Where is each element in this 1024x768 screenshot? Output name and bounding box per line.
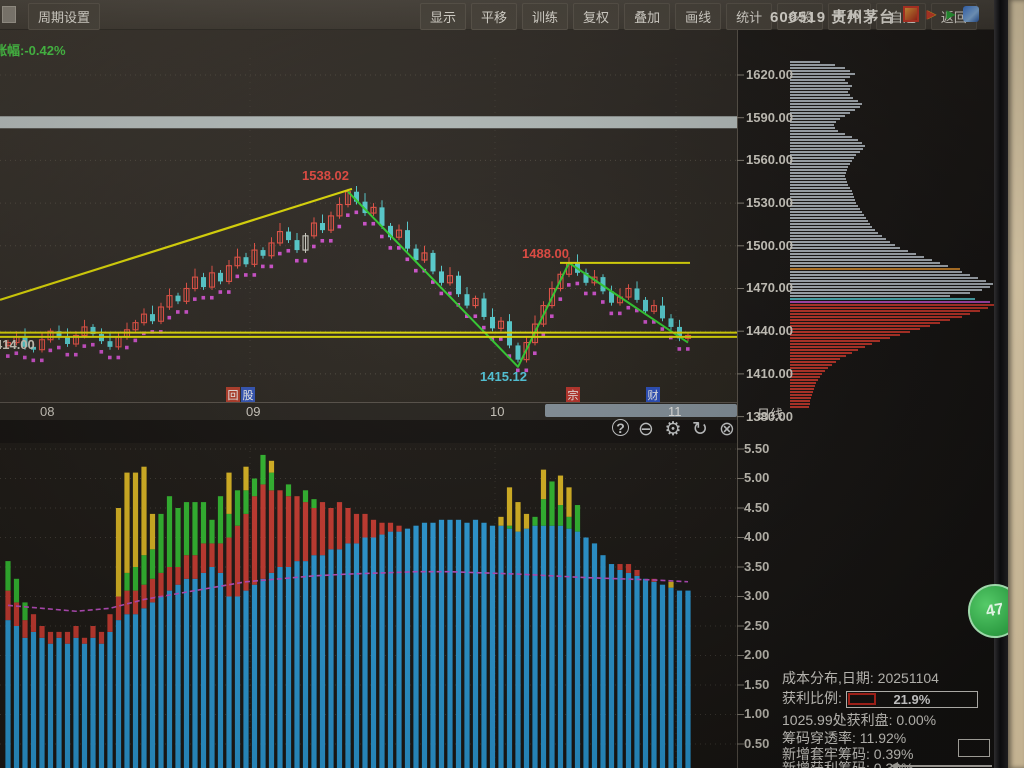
left-edge-price-label: 414.00 [0, 337, 35, 352]
volume-tick-label: 3.50 [744, 559, 770, 574]
period-label-daily[interactable]: 日线 [757, 404, 783, 423]
volume-tick-label: 4.00 [744, 529, 770, 544]
rebound-price-annotation: 1488.00 [522, 246, 569, 261]
change-percent-label: 涨幅:-0.42% [0, 43, 66, 58]
cost-distribution-date-label: 成本分布,日期: [782, 670, 874, 686]
menu-item-overlay[interactable]: 叠加 [624, 3, 671, 30]
zoom-out-icon[interactable]: ⊖ [636, 419, 656, 440]
menu-item-stats[interactable]: 统计 [726, 3, 773, 30]
cost-distribution-date-value: 20251104 [877, 670, 939, 686]
menu-item-display[interactable]: 显示 [420, 3, 467, 30]
trough-price-annotation: 1415.12 [480, 369, 527, 384]
volume-tick-label: 1.50 [744, 677, 770, 692]
menu-item-adjust[interactable]: 复权 [573, 3, 620, 30]
volume-tick-label: 2.50 [744, 618, 770, 633]
price-tick-label: 1560.00 [746, 152, 793, 167]
chart-scrollbar[interactable] [545, 404, 737, 417]
profit-ratio-label: 获利比例: [782, 690, 842, 706]
volume-tick-label: 2.00 [744, 647, 770, 662]
volume-tick-label: 0.50 [744, 736, 770, 751]
menu-item-train[interactable]: 训练 [522, 3, 569, 30]
date-label-aug: 08 [40, 404, 55, 419]
app-menu-icon[interactable] [2, 6, 16, 23]
partial-gauge-box [958, 739, 990, 757]
close-icon[interactable]: ⊗ [717, 419, 737, 440]
price-profit-value: 0.00% [896, 712, 937, 728]
event-badge-share[interactable]: 股 [241, 387, 255, 402]
price-tick-label: 1500.00 [746, 238, 793, 253]
stock-title: 600519 贵州茅台 [770, 6, 895, 27]
event-badge-finance[interactable]: 财 [646, 387, 660, 402]
measure-arrow-line [890, 762, 992, 768]
menu-item-drawline[interactable]: 画线 [675, 3, 722, 30]
green-arrow-icon[interactable]: ▶ [943, 6, 959, 22]
event-badge-zong[interactable]: 宗 [566, 387, 580, 402]
top-menu-bar: 周期设置 显示 平移 训练 复权 叠加 画线 统计 多股 F10 -自选 返回 … [0, 0, 1008, 30]
monitor-bezel [994, 0, 1008, 768]
peak-price-annotation: 1538.02 [302, 168, 349, 183]
price-profit-label: 1025.99处获利盘: [782, 712, 893, 728]
price-tick-label: 1410.00 [746, 366, 793, 381]
profit-ratio-value: 21.9% [893, 691, 931, 707]
refresh-icon[interactable]: ↻ [690, 419, 710, 440]
trading-app-screen: 周期设置 显示 平移 训练 复权 叠加 画线 统计 多股 F10 -自选 返回 … [0, 0, 1024, 768]
period-settings-button[interactable]: 周期设置 [28, 3, 101, 30]
volume-tick-label: 4.50 [744, 500, 770, 515]
menu-item-pan[interactable]: 平移 [471, 3, 518, 30]
blue-app-icon[interactable] [963, 6, 979, 22]
titlebar-app-icons: ▶ ▶ [903, 6, 979, 22]
menu-items: 显示 平移 训练 复权 叠加 画线 统计 多股 F10 -自选 返回 [420, 3, 982, 30]
volume-tick-label: 5.00 [744, 470, 770, 485]
volume-tick-label: 1.00 [744, 706, 770, 721]
flame-app-icon[interactable] [903, 6, 919, 22]
volume-tick-label: 5.50 [744, 441, 770, 456]
date-label-sep: 09 [246, 404, 261, 419]
red-arrow-icon[interactable]: ▶ [923, 6, 939, 22]
chart-mini-toolbar: ? ⊖ ⚙ ↻ ⊗ [612, 419, 737, 440]
help-icon[interactable]: ? [612, 419, 629, 436]
profit-ratio-gauge: 21.9% [845, 690, 978, 708]
stock-name: 贵州茅台 [831, 9, 896, 26]
volume-tick-label: 3.00 [744, 588, 770, 603]
price-tick-label: 1590.00 [746, 110, 793, 125]
price-tick-label: 1620.00 [746, 67, 793, 82]
date-label-oct: 10 [490, 404, 505, 419]
price-tick-label: 1470.00 [746, 280, 793, 295]
wall-background [1008, 0, 1024, 768]
event-badge-buyback[interactable]: 回 [226, 387, 240, 402]
price-tick-label: 1440.00 [746, 323, 793, 338]
stock-code: 600519 [770, 9, 827, 26]
main-chart-canvas[interactable] [0, 0, 1024, 768]
settings-gear-icon[interactable]: ⚙ [663, 419, 683, 440]
price-tick-label: 1530.00 [746, 195, 793, 210]
new-profit-chips-label: 新增获利筹码: [782, 760, 870, 768]
